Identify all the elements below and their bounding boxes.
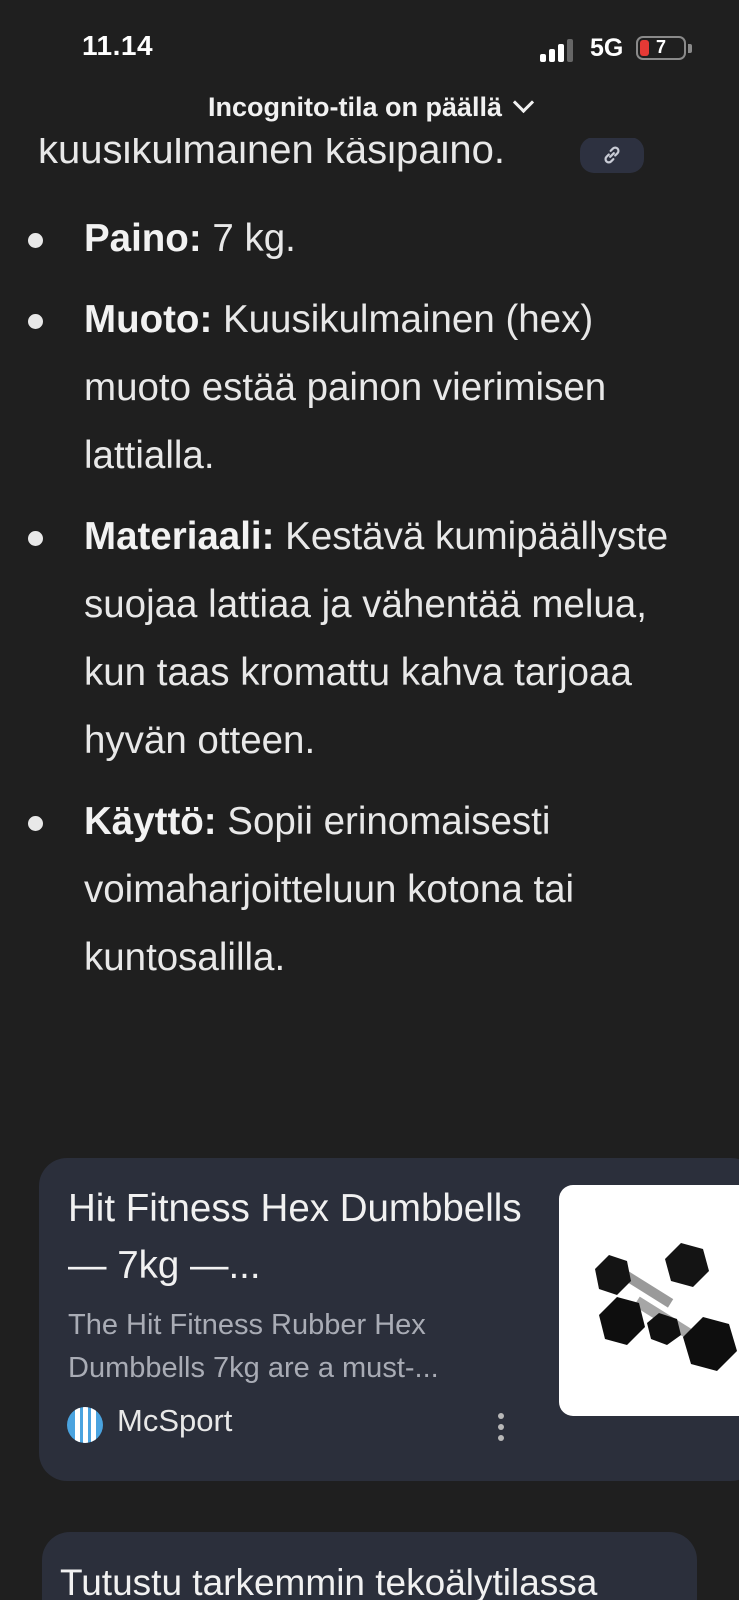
list-item: Muoto: Kuusikulmainen (hex) muoto estää … xyxy=(0,286,739,490)
source-card-title[interactable]: Hit Fitness Hex Dumbbells — 7kg —... xyxy=(68,1180,538,1294)
incognito-label[interactable]: Incognito-tila on päällä xyxy=(0,91,739,123)
status-time: 11.14 xyxy=(82,30,154,61)
bullet-label: Paino: xyxy=(84,217,202,260)
ai-mode-card-title[interactable]: Tutustu tarkemmin tekoälytilassa xyxy=(60,1562,597,1600)
source-name: McSport xyxy=(117,1403,233,1438)
signal-icon xyxy=(540,38,576,62)
source-card[interactable]: Hit Fitness Hex Dumbbells — 7kg —... The… xyxy=(39,1158,739,1481)
bullet-label: Käyttö: xyxy=(84,800,217,843)
bullet-dot xyxy=(28,816,43,831)
ai-mode-card[interactable]: Tutustu tarkemmin tekoälytilassa xyxy=(42,1532,697,1600)
bullet-dot xyxy=(28,233,43,248)
dumbbell-image xyxy=(595,1243,737,1371)
list-item: Käyttö: Sopii erinomaisesti voimaharjoit… xyxy=(0,788,739,992)
incognito-bar[interactable]: Incognito-tila on päällä xyxy=(0,82,739,138)
bullet-label: Materiaali: xyxy=(84,515,275,558)
status-bar: 11.14 5G 7 xyxy=(0,0,739,95)
screen: 11.14 5G 7 Incognito-tila on päällä kuus… xyxy=(0,0,739,1600)
battery-icon: 7 xyxy=(636,36,686,60)
mcsport-logo-icon xyxy=(67,1407,103,1443)
bullet-dot xyxy=(28,531,43,546)
more-vert-icon[interactable] xyxy=(489,1410,513,1444)
battery-tip xyxy=(688,44,692,53)
source-link-chip[interactable] xyxy=(580,137,644,173)
chevron-down-icon xyxy=(512,91,535,114)
battery-level: 7 xyxy=(655,37,666,57)
bullet-text: 7 kg. xyxy=(201,217,296,260)
answer-bullet-list: Paino: 7 kg. Muoto: Kuusikulmainen (hex)… xyxy=(0,205,739,1005)
list-item: Paino: 7 kg. xyxy=(0,205,739,273)
link-icon xyxy=(604,146,620,164)
bullet-dot xyxy=(28,314,43,329)
source-card-description: The Hit Fitness Rubber Hex Dumbbells 7kg… xyxy=(68,1309,439,1384)
bullet-label: Muoto: xyxy=(84,298,213,341)
list-item: Materiaali: Kestävä kumipäällyste suojaa… xyxy=(0,503,739,775)
network-type: 5G xyxy=(590,34,624,62)
product-thumbnail[interactable] xyxy=(559,1185,739,1416)
incognito-text: Incognito-tila on päällä xyxy=(207,92,502,122)
